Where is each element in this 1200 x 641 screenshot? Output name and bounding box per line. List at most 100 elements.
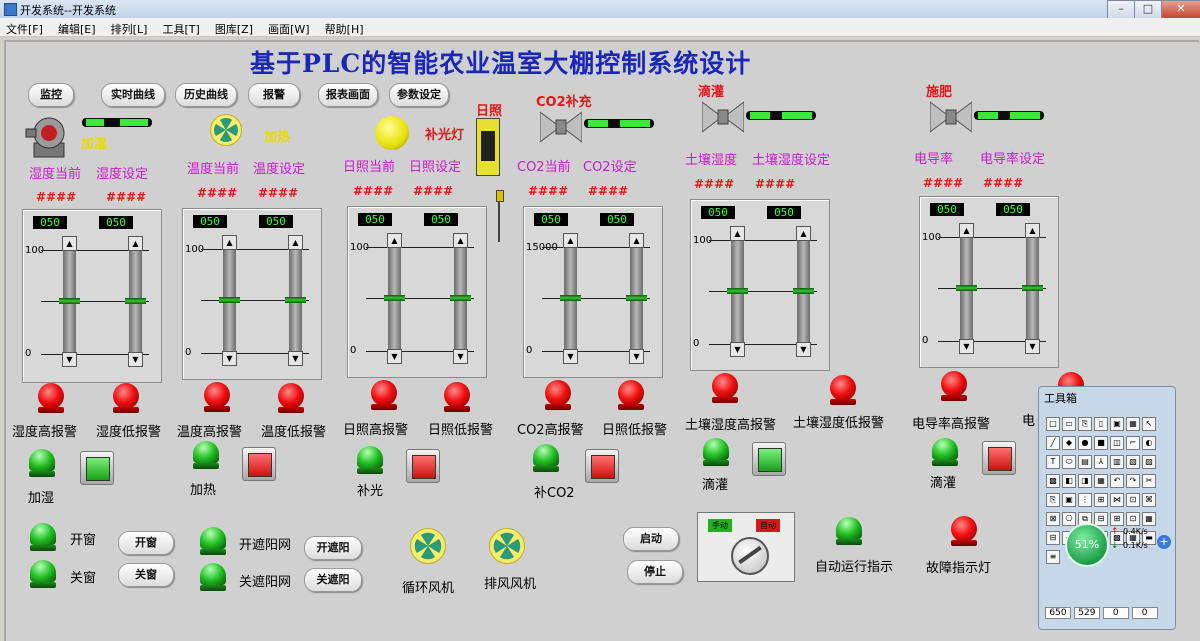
current-slider-thumb[interactable] [560, 295, 581, 301]
setpoint-slider-down-arrow-icon[interactable]: ▼ [453, 349, 468, 364]
toolbox-tool-2-icon[interactable]: ▭ [1062, 417, 1076, 431]
setpoint-slider-down-arrow-icon[interactable]: ▼ [128, 352, 143, 367]
toolbox-tool-27-icon[interactable]: ↷ [1126, 474, 1140, 488]
toolbox-tool-3-icon[interactable]: ⎘ [1078, 417, 1092, 431]
toolbox-tool-21-icon[interactable]: ▨ [1142, 455, 1156, 469]
toolbox-tool-25-icon[interactable]: ▦ [1094, 474, 1108, 488]
toolbox-tool-8-icon[interactable]: ╱ [1046, 436, 1060, 450]
setpoint-slider-up-arrow-icon[interactable]: ▲ [796, 226, 811, 241]
setpoint-slider-thumb[interactable] [450, 295, 471, 301]
current-slider-up-arrow-icon[interactable]: ▲ [563, 233, 578, 248]
current-slider-thumb[interactable] [727, 288, 748, 294]
current-slider-down-arrow-icon[interactable]: ▼ [563, 349, 578, 364]
nav-history-curve-button[interactable]: 历史曲线 [175, 83, 237, 107]
current-slider-up-arrow-icon[interactable]: ▲ [387, 233, 402, 248]
setpoint-slider-thumb[interactable] [285, 297, 306, 303]
output-toggle-button-5[interactable] [752, 442, 786, 476]
setpoint-slider-thumb[interactable] [1022, 285, 1043, 291]
setpoint-slider-up-arrow-icon[interactable]: ▲ [1025, 223, 1040, 238]
current-slider-up-arrow-icon[interactable]: ▲ [62, 236, 77, 251]
toolbox-tool-40-icon[interactable]: ⊞ [1110, 512, 1124, 526]
setpoint-slider-up-arrow-icon[interactable]: ▲ [453, 233, 468, 248]
open-shade-button[interactable]: 开遮阳 [304, 536, 362, 560]
output-toggle-button-1[interactable] [80, 451, 114, 485]
toolbox-tool-32-icon[interactable]: ⊞ [1094, 493, 1108, 507]
toolbox-tool-13-icon[interactable]: ⌐ [1126, 436, 1140, 450]
start-button[interactable]: 启动 [623, 527, 679, 551]
open-window-button[interactable]: 开窗 [118, 531, 174, 555]
toolbox-tool-17-icon[interactable]: ▤ [1078, 455, 1092, 469]
minimize-button[interactable]: – [1107, 0, 1135, 19]
setpoint-slider-up-arrow-icon[interactable]: ▲ [629, 233, 644, 248]
current-slider-down-arrow-icon[interactable]: ▼ [222, 351, 237, 366]
setpoint-slider-thumb[interactable] [125, 298, 146, 304]
toolbox-tool-12-icon[interactable]: ◫ [1110, 436, 1124, 450]
toolbox-tool-4-icon[interactable]: ▯ [1094, 417, 1108, 431]
toolbox-tool-35-icon[interactable]: ⌘ [1142, 493, 1156, 507]
toolbox-tool-42-icon[interactable]: ▦ [1142, 512, 1156, 526]
toolbox-tool-14-icon[interactable]: ◐ [1142, 436, 1156, 450]
output-toggle-button-6[interactable] [982, 441, 1016, 475]
current-slider-down-arrow-icon[interactable]: ▼ [387, 349, 402, 364]
toolbox-tool-19-icon[interactable]: ▥ [1110, 455, 1124, 469]
close-shade-button[interactable]: 关遮阳 [304, 568, 362, 592]
current-slider-up-arrow-icon[interactable]: ▲ [730, 226, 745, 241]
toolbox-tool-29-icon[interactable]: ⎘ [1046, 493, 1060, 507]
toolbox-tool-43-icon[interactable]: ⊟ [1046, 531, 1060, 545]
toolbox-tool-22-icon[interactable]: ▩ [1046, 474, 1060, 488]
output-toggle-button-3[interactable] [406, 449, 440, 483]
setpoint-slider-down-arrow-icon[interactable]: ▼ [288, 351, 303, 366]
toolbox-tool-24-icon[interactable]: ◨ [1078, 474, 1092, 488]
toolbox-tool-15-icon[interactable]: T [1046, 455, 1060, 469]
toolbox-tool-9-icon[interactable]: ◆ [1062, 436, 1076, 450]
toolbox-tool-23-icon[interactable]: ◧ [1062, 474, 1076, 488]
toolbox-tool-20-icon[interactable]: ▧ [1126, 455, 1140, 469]
current-slider-down-arrow-icon[interactable]: ▼ [730, 342, 745, 357]
toolbox-tool-39-icon[interactable]: ⊟ [1094, 512, 1108, 526]
toolbox-tool-41-icon[interactable]: ⊡ [1126, 512, 1140, 526]
maximize-button[interactable]: □ [1134, 0, 1162, 19]
current-slider-thumb[interactable] [219, 297, 240, 303]
current-slider-down-arrow-icon[interactable]: ▼ [62, 352, 77, 367]
menu-arrange[interactable]: 排列[L] [111, 23, 148, 36]
current-slider-down-arrow-icon[interactable]: ▼ [959, 339, 974, 354]
close-button[interactable]: ✕ [1161, 0, 1200, 19]
toolbox-tool-37-icon[interactable]: ⎔ [1062, 512, 1076, 526]
stop-button[interactable]: 停止 [627, 560, 683, 584]
setpoint-slider-up-arrow-icon[interactable]: ▲ [288, 235, 303, 250]
toolbox-tool-1-icon[interactable]: □ [1046, 417, 1060, 431]
current-slider-thumb[interactable] [384, 295, 405, 301]
toolbox-tool-5-icon[interactable]: ▣ [1110, 417, 1124, 431]
setpoint-slider-thumb[interactable] [793, 288, 814, 294]
toolbox-tool-36-icon[interactable]: ⊠ [1046, 512, 1060, 526]
toolbox-tool-6-icon[interactable]: ▦ [1126, 417, 1140, 431]
nav-params-button[interactable]: 参数设定 [389, 83, 449, 107]
current-slider-thumb[interactable] [956, 285, 977, 291]
current-slider-up-arrow-icon[interactable]: ▲ [959, 223, 974, 238]
setpoint-slider-down-arrow-icon[interactable]: ▼ [629, 349, 644, 364]
setpoint-slider-down-arrow-icon[interactable]: ▼ [796, 342, 811, 357]
toolbox-tool-34-icon[interactable]: ⊡ [1126, 493, 1140, 507]
toolbox-tool-10-icon[interactable]: ● [1078, 436, 1092, 450]
expand-plus-icon[interactable]: + [1157, 535, 1171, 549]
output-toggle-button-4[interactable] [585, 449, 619, 483]
setpoint-slider-up-arrow-icon[interactable]: ▲ [128, 236, 143, 251]
toolbox-tool-28-icon[interactable]: ✂ [1142, 474, 1156, 488]
toolbox-tool-11-icon[interactable]: ■ [1094, 436, 1108, 450]
close-window-button[interactable]: 关窗 [118, 563, 174, 587]
setpoint-slider-thumb[interactable] [626, 295, 647, 301]
mode-selector-knob[interactable] [731, 537, 769, 575]
menu-file[interactable]: 文件[F] [6, 23, 43, 36]
toolbox-window[interactable]: 工具箱 □ ▭ ⎘ ▯ ▣ ▦ ↖╱ ◆ ● ■ ◫ ⌐ ◐T ⬭ ▤ ⅄ ▥ ▧ ▨▩ ◧ ◨ ▦ ↶ ↷ ✂⎘ ▣ ⋮ ⊞ ⋈ ⊡ ⌘⊠… [1038, 386, 1176, 630]
toolbox-tool-50-icon[interactable]: ≡ [1046, 550, 1060, 564]
toolbox-tool-7-icon[interactable]: ↖ [1142, 417, 1156, 431]
menu-screen[interactable]: 画面[W] [268, 23, 309, 36]
toolbox-tool-30-icon[interactable]: ▣ [1062, 493, 1076, 507]
output-toggle-button-2[interactable] [242, 447, 276, 481]
toolbox-tool-31-icon[interactable]: ⋮ [1078, 493, 1092, 507]
toolbox-tool-18-icon[interactable]: ⅄ [1094, 455, 1108, 469]
nav-alarm-button[interactable]: 报警 [248, 83, 300, 107]
toolbox-tool-33-icon[interactable]: ⋈ [1110, 493, 1124, 507]
current-slider-thumb[interactable] [59, 298, 80, 304]
nav-monitor-button[interactable]: 监控 [28, 83, 74, 107]
